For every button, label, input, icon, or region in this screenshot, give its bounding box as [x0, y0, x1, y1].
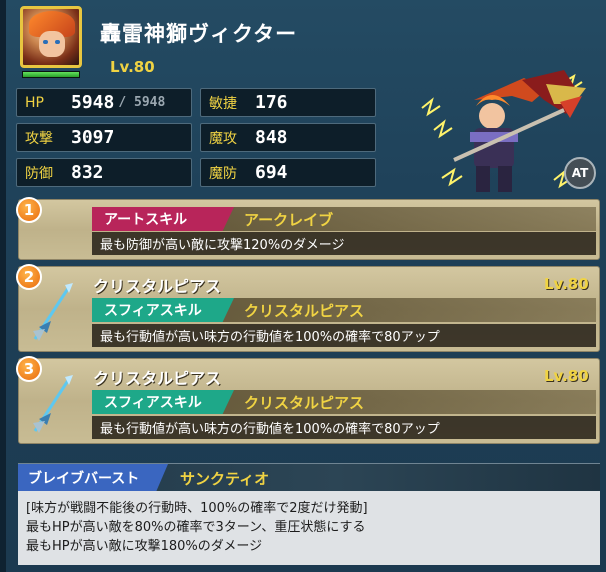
stat-value: 832: [71, 162, 104, 183]
crystal-spear-icon: [33, 375, 73, 433]
brave-burst-line: [味方が戦闘不能後の行動時、100%の確率で2度だけ発動]: [26, 501, 368, 516]
skill-level: Lv.80: [544, 367, 589, 385]
skill-description: 最も行動値が高い味方の行動値を100%の確率で80アップ: [92, 416, 596, 439]
brave-burst-header[interactable]: ブレイブバースト サンクティオ: [18, 463, 600, 492]
skill-number-badge: 1: [16, 197, 42, 223]
character-detail-panel: 轟雷神獅ヴィクター Lv.80 HP 5948 / 5948 敏捷 176 攻撃…: [0, 0, 606, 572]
stat-label: 敏捷: [209, 95, 237, 112]
stat-value: 694: [255, 162, 288, 183]
stat-magic-attack: 魔攻 848: [200, 123, 376, 152]
brave-burst-line: 最もHPが高い敵を80%の確率で3ターン、重圧状態にする: [26, 520, 366, 535]
skill-number-badge: 3: [16, 356, 42, 382]
stat-label: 魔防: [209, 165, 237, 182]
skill-tag-row: アートスキル アークレイブ: [92, 207, 596, 231]
stat-value: 848: [255, 127, 288, 148]
skill-tag-row: スフィアスキル クリスタルピアス: [92, 390, 596, 414]
skill-level: Lv.80: [544, 275, 589, 293]
stat-value: 176: [255, 92, 288, 113]
stat-value: 5948: [71, 92, 115, 113]
stat-defense: 防御 832: [16, 158, 192, 187]
stat-value: 3097: [71, 127, 115, 148]
stat-label: 魔攻: [209, 130, 237, 147]
brave-burst-tag: ブレイブバースト: [18, 464, 168, 492]
skill-name: クリスタルピアス: [93, 369, 222, 388]
stat-label: 防御: [25, 165, 53, 182]
brave-burst-line: 最もHPが高い敵に攻撃180%のダメージ: [26, 539, 263, 554]
skill-description: 最も防御が高い敵に攻撃120%のダメージ: [92, 232, 596, 255]
stat-hp: HP 5948 / 5948: [16, 88, 192, 117]
character-portrait-icon[interactable]: [20, 6, 82, 68]
skill-number-badge: 2: [16, 264, 42, 290]
skill-name: クリスタルピアス: [93, 277, 222, 296]
character-name: 轟雷神獅ヴィクター: [100, 22, 298, 46]
stat-label: HP: [25, 94, 44, 111]
stat-max: / 5948: [118, 95, 166, 110]
character-level: Lv.80: [110, 58, 155, 76]
sphere-skill-tag: スフィアスキル: [92, 298, 234, 322]
at-badge-button[interactable]: AT: [564, 157, 596, 189]
skill-tag-name: クリスタルピアス: [244, 393, 365, 412]
stat-magic-defense: 魔防 694: [200, 158, 376, 187]
brave-burst-description: [味方が戦闘不能後の行動時、100%の確率で2度だけ発動] 最もHPが高い敵を8…: [18, 491, 600, 565]
skill-panel-2[interactable]: クリスタルピアス Lv.80 スフィアスキル クリスタルピアス 最も行動値が高い…: [18, 266, 600, 352]
portrait-hp-bar: [22, 71, 80, 78]
crystal-spear-icon: [33, 283, 73, 341]
skill-panel-1[interactable]: アートスキル アークレイブ 最も防御が高い敵に攻撃120%のダメージ: [18, 199, 600, 260]
stat-attack: 攻撃 3097: [16, 123, 192, 152]
skill-tag-name: クリスタルピアス: [244, 301, 365, 320]
brave-burst-name: サンクティオ: [180, 470, 270, 488]
sphere-skill-tag: スフィアスキル: [92, 390, 234, 414]
stat-label: 攻撃: [25, 130, 53, 147]
art-skill-tag: アートスキル: [92, 207, 234, 231]
stat-agility: 敏捷 176: [200, 88, 376, 117]
skill-tag-row: スフィアスキル クリスタルピアス: [92, 298, 596, 322]
skill-description: 最も行動値が高い味方の行動値を100%の確率で80アップ: [92, 324, 596, 347]
skill-panel-3[interactable]: クリスタルピアス Lv.80 スフィアスキル クリスタルピアス 最も行動値が高い…: [18, 358, 600, 444]
skill-tag-name: アークレイブ: [244, 210, 334, 229]
